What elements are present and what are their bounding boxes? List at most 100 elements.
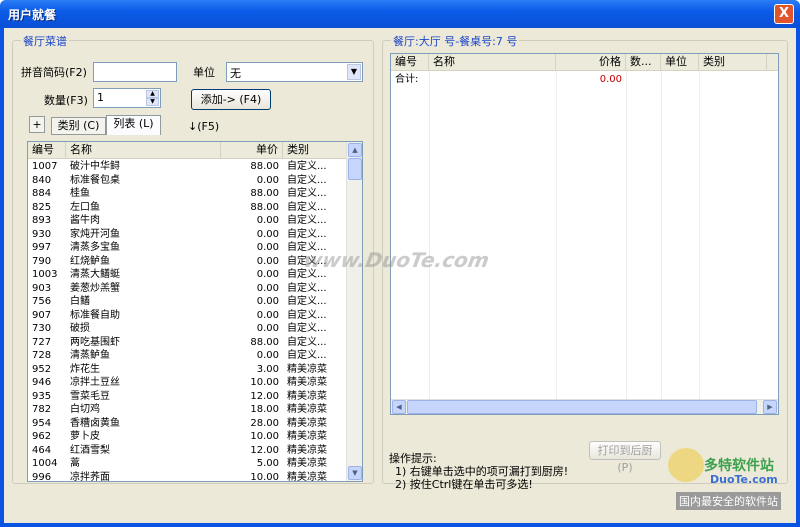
table-row[interactable]: 930 家炖开河鱼 0.00 自定义... (28, 228, 348, 241)
add-button[interactable]: 添加-> (F4) (191, 89, 271, 110)
cell-name: 姜葱炒羔蟹 (70, 282, 120, 294)
cell-id: 1003 (32, 269, 58, 280)
table-row[interactable]: 825 左口鱼 88.00 自定义... (28, 201, 348, 214)
cell-price: 10.00 (250, 377, 279, 388)
spin-up-icon[interactable]: ▲ (146, 90, 159, 98)
cell-category: 精美凉菜 (287, 458, 327, 469)
col-header-category[interactable]: 类别 (283, 142, 348, 159)
cell-name: 炸花生 (70, 363, 100, 375)
cell-id: 790 (32, 255, 52, 267)
cell-category: 自定义... (287, 296, 327, 307)
order-col-name[interactable]: 名称 (429, 54, 556, 71)
cell-category: 精美凉菜 (287, 444, 327, 456)
cell-price: 10.00 (250, 431, 279, 442)
pinyin-input[interactable] (93, 62, 177, 82)
cell-id: 997 (32, 242, 52, 253)
watermark-logo-sub: DuoTe.com (710, 473, 778, 486)
spin-buttons[interactable]: ▲ ▼ (146, 90, 159, 107)
cell-name: 标准餐包桌 (70, 174, 120, 186)
scroll-left-icon[interactable]: ◀ (392, 400, 406, 414)
col-header-name[interactable]: 名称 (66, 142, 221, 159)
table-row[interactable]: 790 红烧鲈鱼 0.00 自定义... (28, 255, 348, 268)
cell-price: 0.00 (256, 309, 279, 321)
cell-category: 自定义... (287, 309, 327, 321)
table-row[interactable]: 962 萝卜皮 10.00 精美凉菜 (28, 430, 348, 443)
order-hscrollbar[interactable]: ◀ ▶ (391, 399, 778, 414)
cell-id: 962 (32, 431, 52, 442)
order-col-category[interactable]: 类别 (699, 54, 767, 71)
cell-id: 930 (32, 228, 52, 240)
cell-name: 标准餐自助 (70, 309, 120, 321)
spin-down-icon[interactable]: ▼ (146, 98, 159, 106)
table-row[interactable]: 935 雪菜毛豆 12.00 精美凉菜 (28, 390, 348, 403)
watermark-logo-icon (668, 448, 704, 482)
close-button[interactable]: X (774, 4, 794, 24)
cell-category: 自定义... (287, 174, 327, 186)
watermark-center: www.DuoTe.com (301, 248, 492, 272)
unit-select[interactable]: 无 ▼ (226, 62, 363, 82)
menu-list[interactable]: 编号 名称 单价 类别 1007 破汁中华鲟 88.00 自定义... 840 标准餐包桌… (27, 141, 363, 482)
table-row[interactable]: 954 香糟卤黄鱼 28.00 精美凉菜 (28, 417, 348, 430)
col-header-id[interactable]: 编号 (28, 142, 66, 159)
table-row[interactable]: 1007 破汁中华鲟 88.00 自定义... (28, 160, 348, 173)
table-row[interactable]: 893 酱牛肉 0.00 自定义... (28, 214, 348, 227)
table-row[interactable]: 1003 清蒸大鳝蜓 0.00 自定义... (28, 268, 348, 281)
cell-id: 996 (32, 471, 52, 482)
order-col-extra (767, 54, 778, 71)
scroll-down-icon[interactable]: ▼ (348, 466, 362, 480)
tab-list[interactable]: 列表 (L) (106, 115, 161, 135)
table-row[interactable]: 1004 蒿 5.00 精美凉菜 (28, 457, 348, 470)
print-kitchen-button[interactable]: 打印到后厨(P) (589, 441, 661, 474)
table-row[interactable]: 946 凉拌土豆丝 10.00 精美凉菜 (28, 376, 348, 389)
cell-category: 自定义... (287, 215, 327, 226)
order-col-unit[interactable]: 单位 (661, 54, 699, 71)
order-col-price[interactable]: 价格 (556, 54, 626, 71)
total-label: 合计: (395, 74, 419, 85)
quantity-value: 1 (97, 91, 104, 104)
cell-name: 清蒸大鳝蜓 (70, 269, 120, 280)
table-row[interactable]: 756 白鳝 0.00 自定义... (28, 295, 348, 308)
order-col-id[interactable]: 编号 (391, 54, 429, 71)
order-list[interactable]: 编号 名称 价格 数... 单位 类别 合计: 0.00 ◀ ▶ (390, 53, 779, 415)
cell-id: 782 (32, 404, 52, 415)
table-row[interactable]: 997 清蒸多宝鱼 0.00 自定义... (28, 241, 348, 254)
cell-price: 0.00 (256, 323, 279, 334)
cell-category: 自定义... (287, 161, 327, 172)
table-row[interactable]: 727 两吃基围虾 88.00 自定义... (28, 336, 348, 349)
f5-hint: ↓(F5) (188, 120, 220, 133)
cell-id: 954 (32, 417, 52, 429)
table-row[interactable]: 996 凉拌荞面 10.00 精美凉菜 (28, 471, 348, 482)
cell-price: 10.00 (250, 471, 279, 482)
cell-id: 464 (32, 444, 52, 456)
cell-category: 自定义... (287, 282, 327, 294)
table-row[interactable]: 464 红酒雪梨 12.00 精美凉菜 (28, 444, 348, 457)
cell-price: 18.00 (250, 404, 279, 415)
col-header-price[interactable]: 单价 (221, 142, 283, 159)
table-row[interactable]: 782 白切鸡 18.00 精美凉菜 (28, 403, 348, 416)
cell-name: 红烧鲈鱼 (70, 255, 110, 267)
hscroll-thumb[interactable] (407, 400, 757, 414)
cell-price: 0.00 (256, 242, 279, 253)
cell-name: 左口鱼 (70, 201, 100, 213)
table-row[interactable]: 730 破损 0.00 自定义... (28, 322, 348, 335)
chevron-down-icon[interactable]: ▼ (347, 64, 361, 80)
table-row[interactable]: 728 清蒸鲈鱼 0.00 自定义... (28, 349, 348, 362)
tab-category[interactable]: 类别 (C) (51, 117, 106, 135)
menu-scrollbar[interactable]: ▲ ▼ (346, 142, 362, 481)
title-bar[interactable]: 用户就餐 X (0, 0, 800, 28)
expand-button[interactable]: + (29, 116, 45, 133)
scroll-right-icon[interactable]: ▶ (763, 400, 777, 414)
quantity-stepper[interactable]: 1 ▲ ▼ (93, 88, 161, 108)
cell-price: 5.00 (256, 458, 279, 469)
scroll-up-icon[interactable]: ▲ (348, 143, 362, 157)
cell-name: 破损 (70, 323, 90, 334)
scroll-thumb[interactable] (348, 158, 362, 180)
table-row[interactable]: 907 标准餐自助 0.00 自定义... (28, 309, 348, 322)
cell-id: 884 (32, 188, 52, 199)
table-row[interactable]: 884 桂鱼 88.00 自定义... (28, 187, 348, 200)
order-col-qty[interactable]: 数... (626, 54, 661, 71)
table-row[interactable]: 840 标准餐包桌 0.00 自定义... (28, 174, 348, 187)
table-row[interactable]: 903 姜葱炒羔蟹 0.00 自定义... (28, 282, 348, 295)
table-row[interactable]: 952 炸花生 3.00 精美凉菜 (28, 363, 348, 376)
cell-name: 萝卜皮 (70, 431, 100, 442)
